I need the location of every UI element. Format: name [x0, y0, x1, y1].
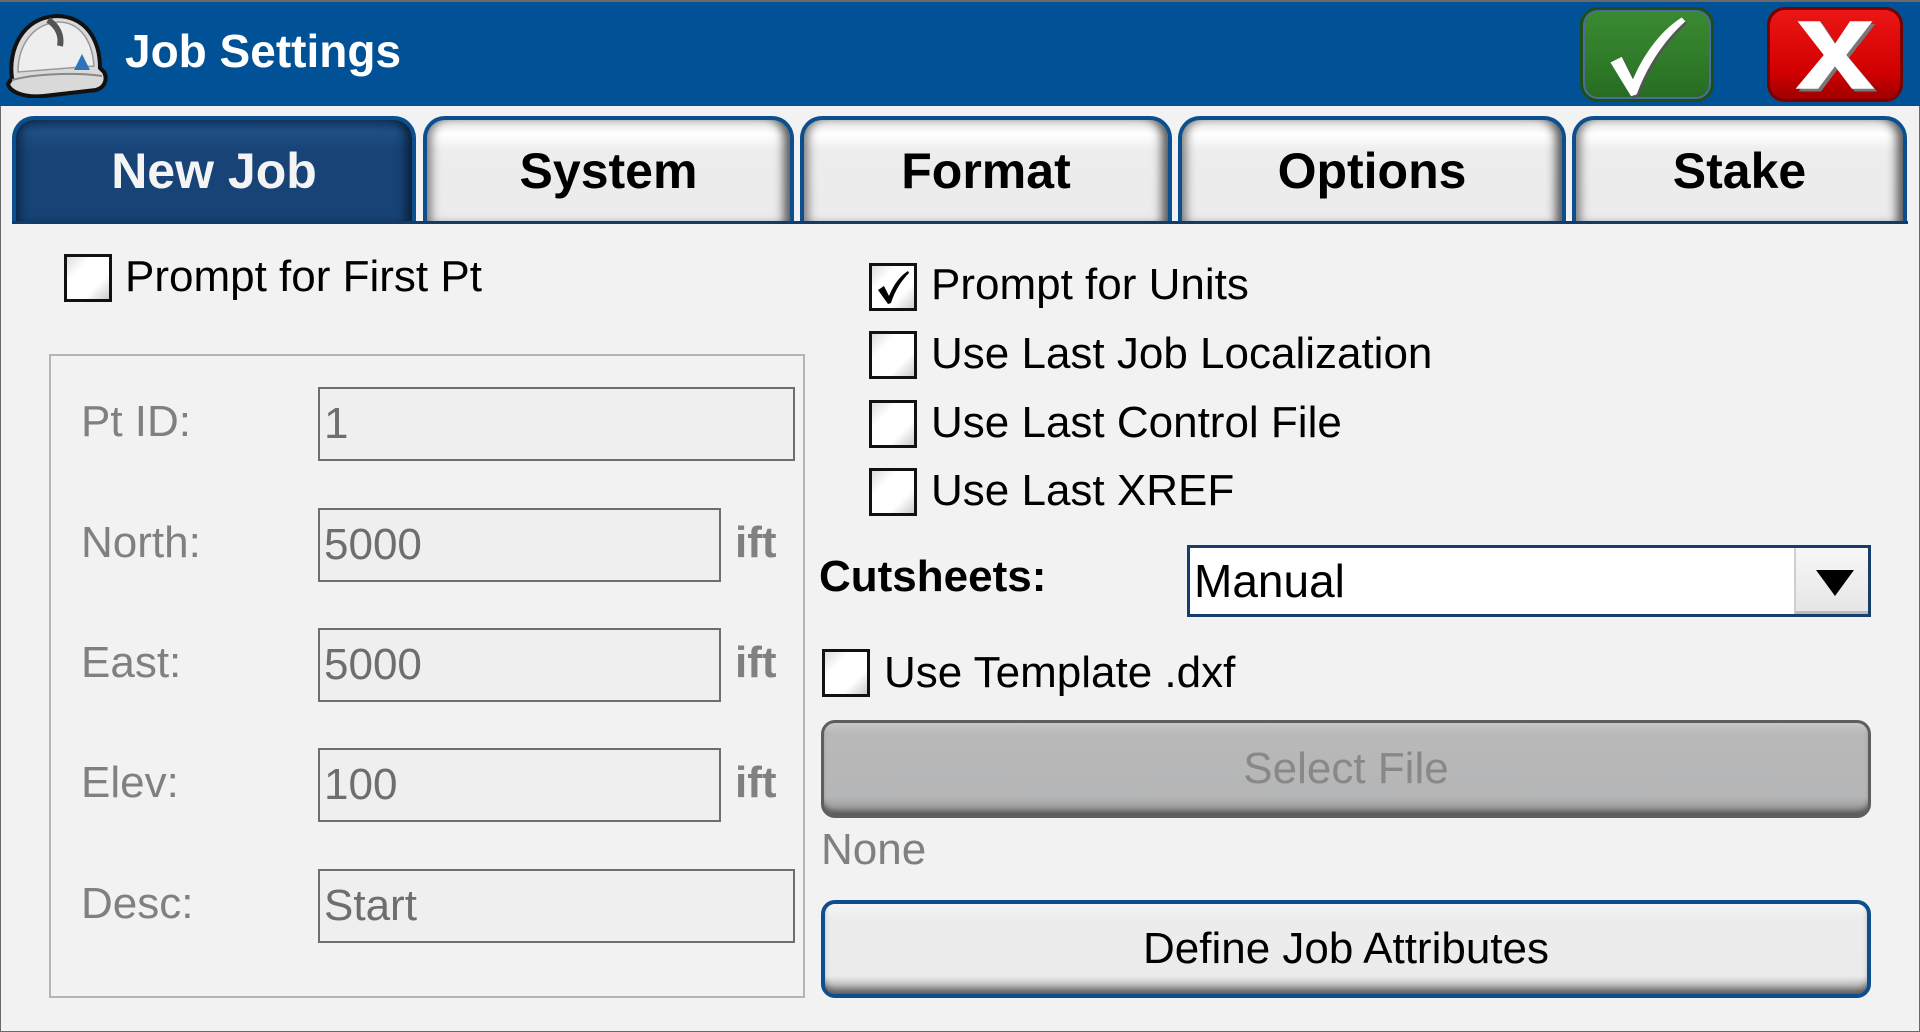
- x-icon: [1795, 21, 1878, 92]
- selected-file-text: None: [821, 825, 927, 874]
- checkmark-icon: [1610, 17, 1688, 99]
- prompt-first-pt-checkbox[interactable]: [64, 254, 112, 302]
- desc-label: Desc:: [81, 879, 194, 928]
- elev-unit: ift: [735, 758, 777, 807]
- elev-input[interactable]: 100: [318, 748, 721, 822]
- elev-label: Elev:: [81, 758, 179, 807]
- define-job-attributes-button[interactable]: Define Job Attributes: [821, 900, 1871, 998]
- tab-divider: [12, 221, 1908, 224]
- north-input[interactable]: 5000: [318, 508, 721, 582]
- pt-id-input[interactable]: 1: [318, 387, 795, 461]
- use-last-xref-checkbox[interactable]: [869, 468, 917, 516]
- tab-options[interactable]: Options: [1178, 116, 1566, 222]
- tab-format[interactable]: Format: [800, 116, 1172, 222]
- chevron-down-icon: [1816, 570, 1854, 596]
- tab-system[interactable]: System: [423, 116, 794, 222]
- use-last-localization-checkbox[interactable]: [869, 331, 917, 379]
- east-label: East:: [81, 638, 182, 687]
- checkmark-icon: [878, 271, 909, 304]
- pt-id-label: Pt ID:: [81, 397, 192, 446]
- window-title: Job Settings: [125, 25, 402, 77]
- title-bar: Job Settings: [0, 0, 1920, 106]
- dropdown-toggle[interactable]: [1794, 548, 1868, 614]
- desc-input[interactable]: Start: [318, 869, 795, 943]
- cutsheets-selected-value: Manual: [1194, 555, 1345, 607]
- prompt-first-pt-label: Prompt for First Pt: [125, 252, 482, 301]
- use-last-localization-label: Use Last Job Localization: [931, 329, 1433, 378]
- use-template-checkbox[interactable]: [822, 649, 870, 697]
- north-unit: ift: [735, 518, 777, 567]
- tab-new-job[interactable]: New Job: [12, 116, 416, 222]
- cancel-button[interactable]: [1767, 7, 1903, 102]
- prompt-units-checkbox[interactable]: [869, 263, 917, 311]
- north-label: North:: [81, 518, 201, 567]
- use-last-control-file-label: Use Last Control File: [931, 398, 1342, 447]
- prompt-units-label: Prompt for Units: [931, 260, 1249, 309]
- cutsheets-label: Cutsheets:: [819, 552, 1047, 601]
- east-unit: ift: [735, 638, 777, 687]
- ok-button[interactable]: [1580, 7, 1714, 102]
- east-input[interactable]: 5000: [318, 628, 721, 702]
- use-last-xref-label: Use Last XREF: [931, 466, 1235, 515]
- select-file-button[interactable]: Select File: [821, 720, 1871, 818]
- hard-hat-icon: [5, 13, 108, 98]
- cutsheets-dropdown[interactable]: Manual: [1187, 545, 1871, 617]
- use-last-control-file-checkbox[interactable]: [869, 400, 917, 448]
- use-template-label: Use Template .dxf: [884, 648, 1236, 697]
- tab-stake[interactable]: Stake: [1572, 116, 1907, 222]
